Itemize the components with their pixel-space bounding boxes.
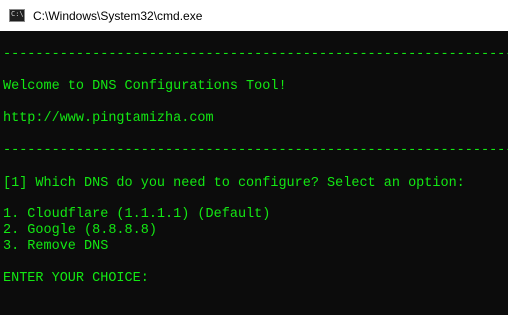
console-area[interactable]: ----------------------------------------… <box>0 31 508 315</box>
separator-line-bottom: ----------------------------------------… <box>3 143 508 158</box>
welcome-text: Welcome to DNS Configurations Tool! <box>3 79 287 94</box>
title-bar[interactable]: C:\ C:\Windows\System32\cmd.exe <box>0 0 508 31</box>
choice-prompt[interactable]: ENTER YOUR CHOICE: <box>3 271 157 287</box>
option-cloudflare: 1. Cloudflare (1.1.1.1) (Default) <box>3 207 271 222</box>
option-google: 2. Google (8.8.8.8) <box>3 223 157 238</box>
window-title: C:\Windows\System32\cmd.exe <box>33 8 203 23</box>
separator-line-top: ----------------------------------------… <box>3 47 508 62</box>
cmd-window: C:\ C:\Windows\System32\cmd.exe --------… <box>0 0 508 315</box>
url-text: http://www.pingtamizha.com <box>3 111 214 126</box>
cmd-console-icon: C:\ <box>9 9 25 22</box>
choice-prompt-label: ENTER YOUR CHOICE: <box>3 271 149 286</box>
option-remove-dns: 3. Remove DNS <box>3 239 109 254</box>
question-text: [1] Which DNS do you need to configure? … <box>3 176 465 191</box>
